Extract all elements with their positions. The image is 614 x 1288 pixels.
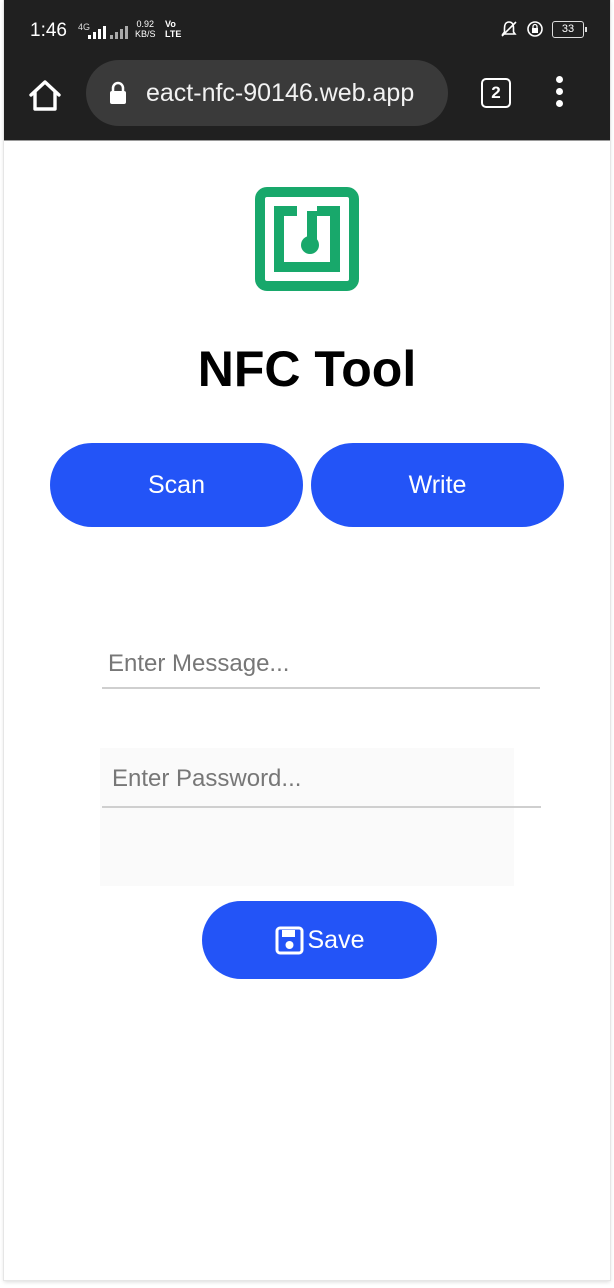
url-text[interactable]: eact-nfc-90146.web.app: [146, 79, 414, 108]
tab-switcher-icon[interactable]: 2: [481, 78, 511, 108]
phone-screen: 1:46 4G 0.92 KB/S Vo LTE 33 eact-nfc-901…: [4, 0, 610, 1280]
network-speed-unit: KB/S: [135, 29, 156, 39]
volte-top: Vo: [165, 19, 176, 29]
save-button-label: Save: [307, 925, 365, 954]
network-speed-value: 0.92: [136, 19, 155, 29]
browser-toolbar: eact-nfc-90146.web.app 2: [4, 60, 610, 141]
password-input[interactable]: [102, 752, 541, 808]
status-time: 1:46: [30, 20, 67, 41]
volte-bottom: LTE: [165, 29, 182, 39]
signal-strength-secondary-icon: [110, 26, 128, 39]
home-icon[interactable]: [26, 76, 64, 114]
network-speed: 0.92 KB/S: [135, 19, 156, 39]
lock-icon: [110, 81, 126, 104]
page-title: NFC Tool: [197, 341, 417, 397]
signal-strength-icon: [88, 26, 106, 39]
status-bar: 1:46 4G 0.92 KB/S Vo LTE 33: [4, 0, 610, 60]
volte-indicator: Vo LTE: [165, 19, 181, 39]
message-input[interactable]: [102, 640, 540, 689]
scan-button[interactable]: Scan: [50, 443, 303, 527]
nfc-logo-icon: [255, 187, 359, 291]
overflow-menu-icon[interactable]: [552, 76, 566, 112]
save-button[interactable]: Save: [202, 901, 437, 979]
status-icons-right: 33: [500, 20, 587, 38]
mute-bell-icon: [501, 21, 517, 37]
address-bar[interactable]: eact-nfc-90146.web.app: [86, 60, 448, 126]
save-floppy-icon: [275, 926, 303, 954]
battery-icon: 33: [552, 20, 587, 38]
data-saver-icon: [527, 21, 543, 37]
write-button[interactable]: Write: [311, 443, 564, 527]
